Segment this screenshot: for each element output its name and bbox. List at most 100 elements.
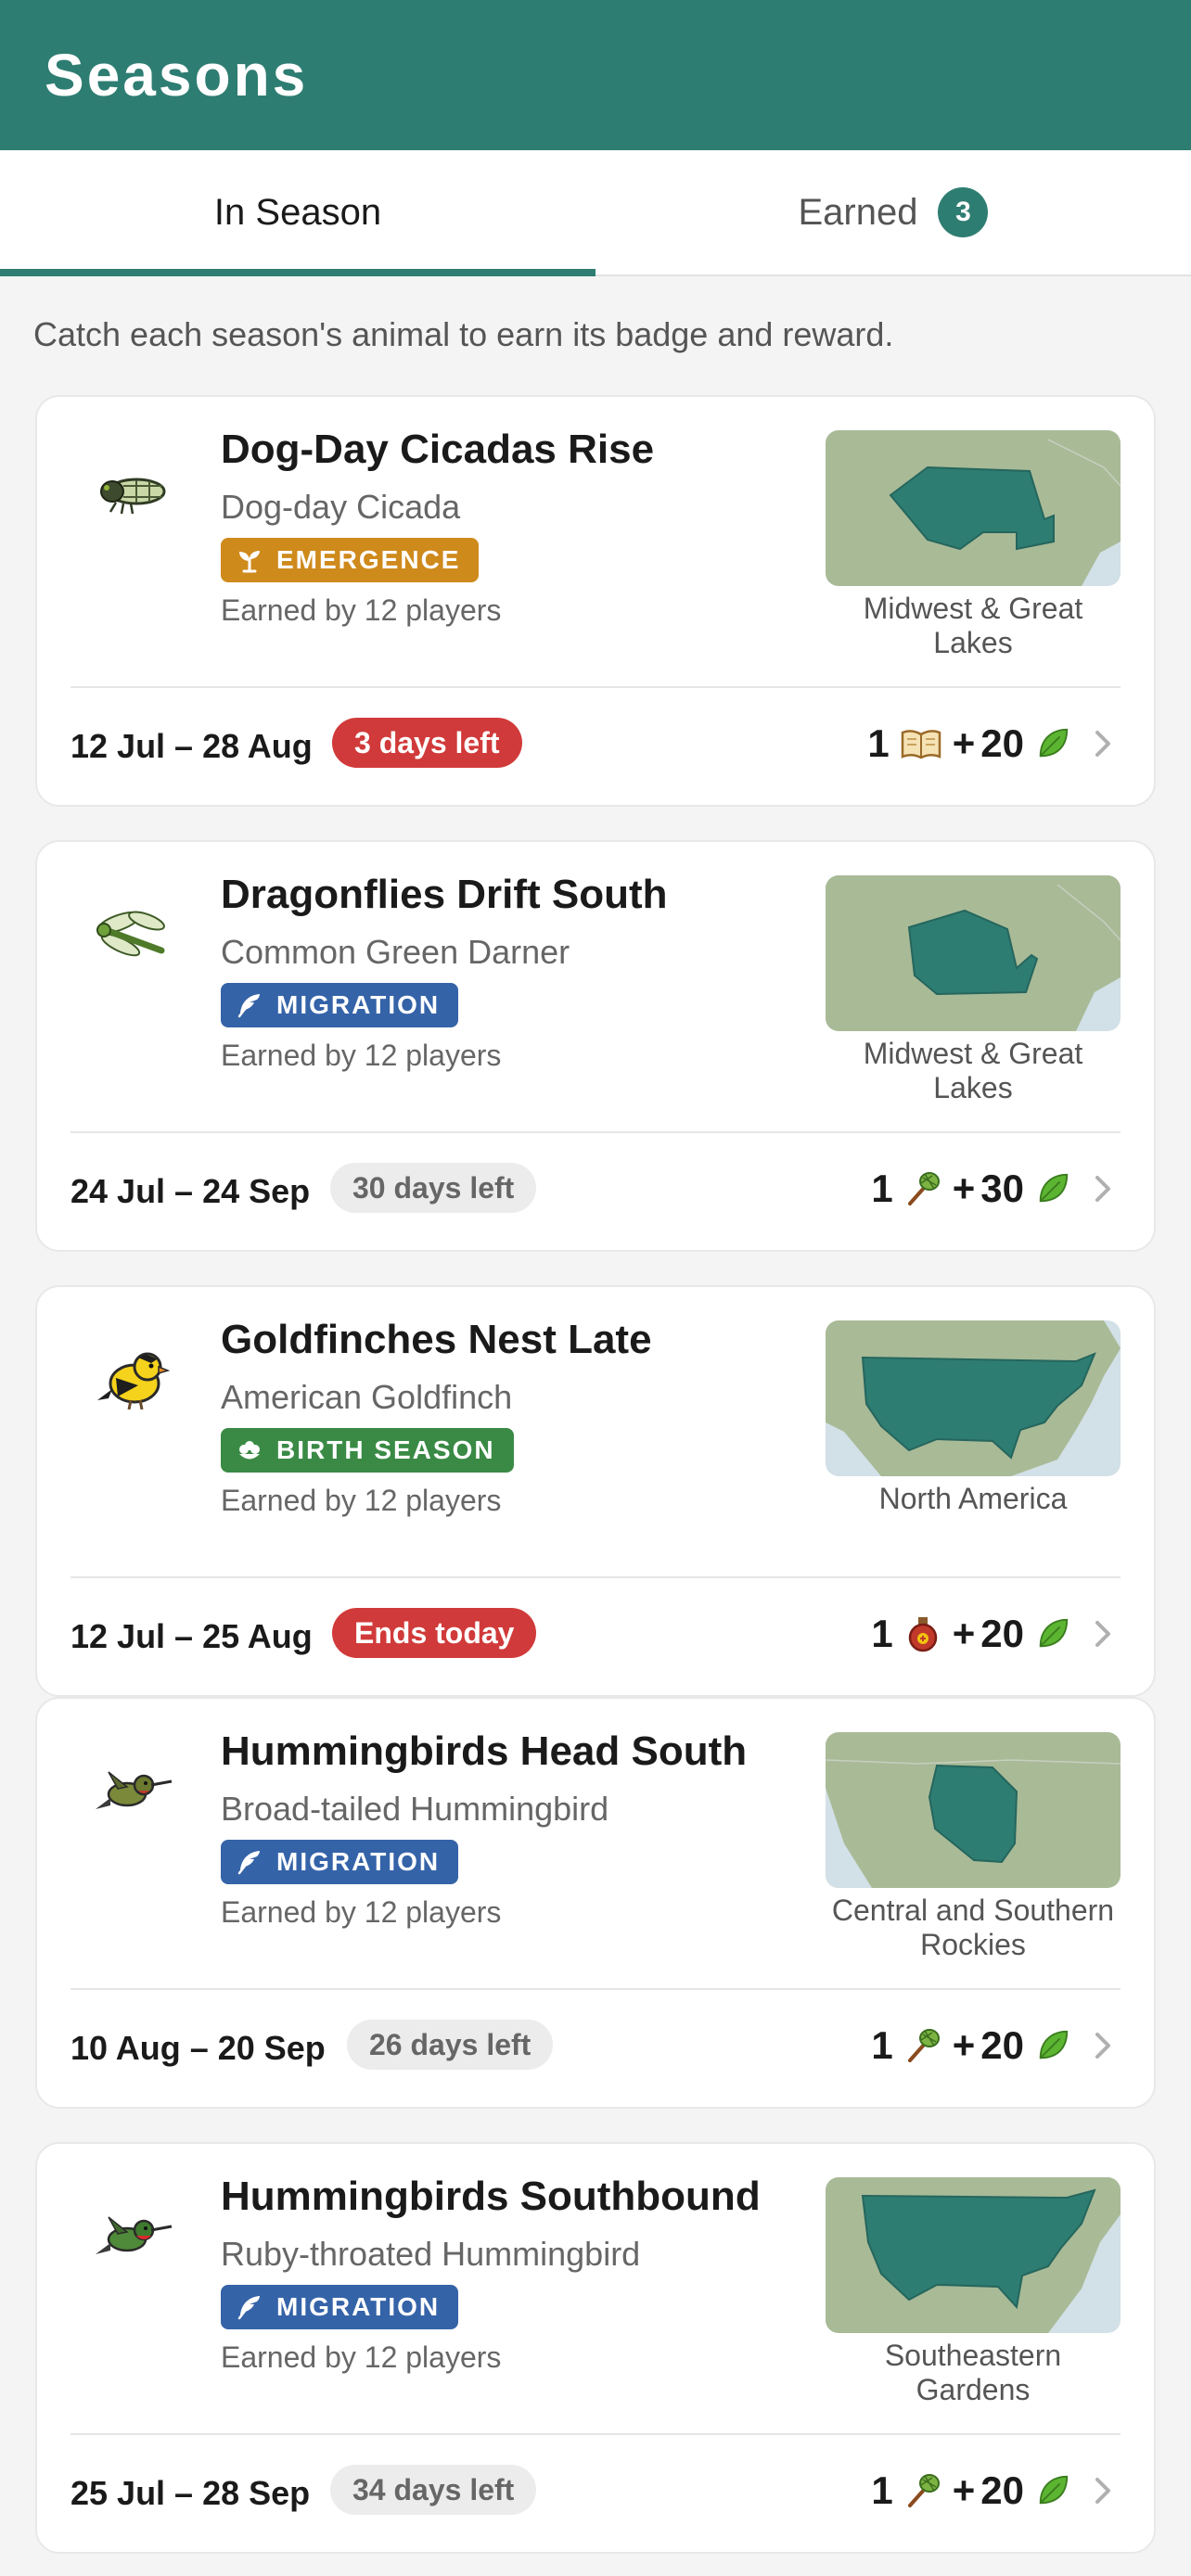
tag-label: EMERGENCE [276, 545, 461, 574]
reward-quantity: 1 [871, 1612, 893, 1655]
hummingbird-icon [76, 2181, 187, 2292]
tab-bar: In Season Earned 3 [0, 150, 1191, 276]
region-name: Southeastern Gardens [884, 2339, 1062, 2406]
feather-icon [236, 1848, 263, 1876]
region-name: Central and Southern Rockies [831, 1894, 1115, 1961]
leaf-icon [1035, 2473, 1070, 2508]
reward-quantity: 1 [871, 1167, 893, 1210]
tag-migration: MIGRATION [221, 983, 459, 1027]
status-badge: 34 days left [330, 2465, 537, 2515]
status-badge: 30 days left [330, 1163, 537, 1213]
chevron-right-icon[interactable] [1089, 1170, 1117, 1207]
card-title: Hummingbirds Head South [221, 1728, 748, 1774]
leaf-icon [1035, 1616, 1070, 1651]
season-card[interactable]: Hummingbirds Southbound Ruby-throated Hu… [35, 2142, 1156, 2554]
intro-text: Catch each season's animal to earn its b… [33, 315, 894, 353]
divider [70, 2433, 1121, 2435]
region-name: Midwest & Great Lakes [863, 1037, 1083, 1104]
earned-by-count: Earned by 12 players [221, 593, 502, 627]
season-card[interactable]: Dragonflies Drift South Common Green Dar… [35, 840, 1156, 1252]
reward-quantity: 1 [871, 2468, 893, 2512]
chevron-right-icon[interactable] [1089, 2472, 1117, 2509]
dragonfly-icon [76, 879, 187, 990]
chevron-right-icon[interactable] [1089, 725, 1117, 762]
season-dates: 10 Aug – 20 Sep [70, 2029, 326, 2067]
page-title: Seasons [45, 42, 309, 108]
goldfinch-icon [76, 1324, 187, 1435]
season-card[interactable]: Dog-Day Cicadas Rise Dog-day Cicada EMER… [35, 395, 1156, 807]
status-badge: 26 days left [347, 2020, 554, 2070]
reward: 1 + 20 [871, 2018, 1070, 2073]
reward-quantity: 1 [867, 721, 890, 765]
region-name: Midwest & Great Lakes [863, 592, 1083, 659]
potion-icon [904, 1615, 941, 1652]
card-title: Hummingbirds Southbound [221, 2174, 761, 2219]
region-map [826, 1732, 1121, 1888]
reward-leaves: 20 [980, 2468, 1024, 2512]
season-dates: 12 Jul – 28 Aug [70, 727, 313, 765]
earned-by-count: Earned by 12 players [221, 1895, 502, 1929]
reward: 1 + 20 [871, 2463, 1070, 2519]
sprout-icon [236, 546, 263, 574]
season-dates: 25 Jul – 28 Sep [70, 2474, 311, 2512]
tag-label: BIRTH SEASON [276, 1435, 495, 1464]
reward-plus: + [952, 2468, 976, 2512]
hummingbird-icon [76, 1736, 187, 1847]
net-icon [904, 2027, 941, 2064]
region-map [826, 875, 1121, 1031]
reward-leaves: 20 [980, 2023, 1024, 2067]
tag-birth-season: BIRTH SEASON [221, 1428, 514, 1473]
chevron-right-icon[interactable] [1089, 2027, 1117, 2064]
reward-leaves: 20 [980, 721, 1024, 765]
cicada-icon [76, 434, 187, 545]
tag-label: MIGRATION [276, 990, 441, 1019]
tab-in-season-label: In Season [213, 191, 382, 233]
chevron-right-icon[interactable] [1089, 1615, 1117, 1652]
reward: 1 + 20 [871, 1606, 1070, 1662]
tag-label: MIGRATION [276, 1847, 441, 1876]
card-species: Dog-day Cicada [221, 488, 461, 526]
season-card[interactable]: Hummingbirds Head South Broad-tailed Hum… [35, 1697, 1156, 2109]
app-header: Seasons [0, 0, 1191, 150]
divider [70, 1988, 1121, 1990]
divider [70, 1576, 1121, 1578]
card-title: Goldfinches Nest Late [221, 1317, 652, 1362]
leaf-icon [1035, 726, 1070, 761]
flower-icon [236, 1436, 263, 1464]
status-badge: 3 days left [332, 718, 522, 768]
card-species: Broad-tailed Hummingbird [221, 1790, 609, 1828]
tab-in-season[interactable]: In Season [0, 150, 596, 274]
region-name: North America [878, 1482, 1068, 1515]
status-badge: Ends today [332, 1608, 537, 1658]
reward-plus: + [952, 1612, 976, 1655]
reward: 1 + 20 [867, 716, 1070, 772]
season-dates: 12 Jul – 25 Aug [70, 1617, 313, 1655]
tag-migration: MIGRATION [221, 1840, 459, 1884]
reward-leaves: 20 [980, 1612, 1024, 1655]
earned-by-count: Earned by 12 players [221, 1484, 502, 1517]
region-map [826, 1320, 1121, 1476]
card-title: Dragonflies Drift South [221, 872, 668, 917]
region-map [826, 430, 1121, 586]
reward-plus: + [952, 2023, 976, 2067]
net-icon [904, 1170, 941, 1207]
earned-count-badge: 3 [938, 187, 989, 237]
card-species: Common Green Darner [221, 933, 570, 971]
reward-plus: + [952, 721, 976, 765]
feather-icon [236, 991, 263, 1019]
reward-plus: + [952, 1167, 976, 1210]
tag-emergence: EMERGENCE [221, 538, 480, 582]
tab-earned[interactable]: Earned 3 [596, 150, 1191, 274]
leaf-icon [1035, 1171, 1070, 1206]
tab-earned-label: Earned [798, 191, 918, 233]
divider [70, 1131, 1121, 1133]
season-card[interactable]: Goldfinches Nest Late American Goldfinch… [35, 1285, 1156, 1697]
book-icon [901, 727, 941, 760]
active-tab-indicator [0, 269, 596, 276]
card-species: American Goldfinch [221, 1378, 513, 1416]
tag-migration: MIGRATION [221, 2285, 459, 2329]
leaf-icon [1035, 2028, 1070, 2063]
reward-quantity: 1 [871, 2023, 893, 2067]
reward-leaves: 30 [980, 1167, 1024, 1210]
earned-by-count: Earned by 12 players [221, 1039, 502, 1072]
